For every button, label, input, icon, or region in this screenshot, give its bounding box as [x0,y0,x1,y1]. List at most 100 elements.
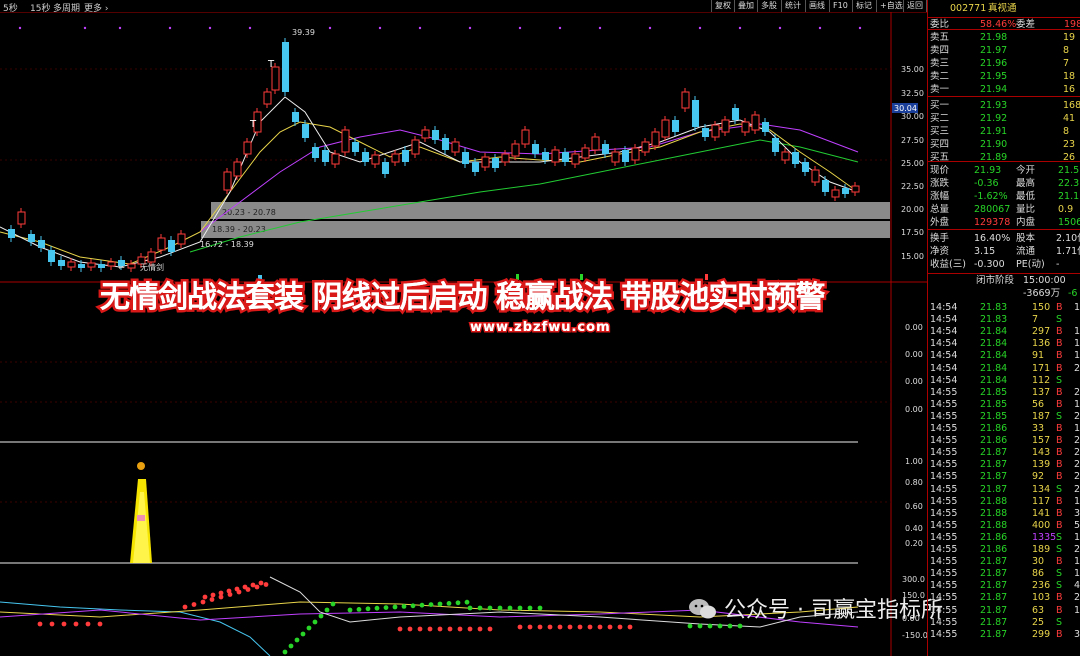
svg-text:25.00: 25.00 [901,159,924,168]
draw-button[interactable]: 画线 [805,0,828,12]
quote-panel: 002771 真视通 委比 58.46% 委差 198 卖五 21.98 19 卖四 2… [927,0,1080,656]
svg-text:0.00: 0.00 [905,377,923,386]
fundamental-row: 收益(三) -0.300 PE(动) - [930,259,1060,270]
bid-row: 买一 21.93 168 [930,100,1080,111]
support-zone-lower [201,221,890,238]
ask-row: 卖五 21.98 19 [930,32,1076,43]
svg-text:20.00: 20.00 [901,205,924,214]
t-mark: T [249,119,257,130]
bid-row: 买四 21.90 23 [930,139,1076,150]
svg-text:-150.0: -150.0 [902,631,927,640]
ask-row: 卖一 21.94 16 [930,84,1076,95]
arrow-icon: ← [118,263,125,272]
tick-row: 14:55 21.86 189 S 2 [930,544,1080,555]
svg-text:0.80: 0.80 [905,478,923,487]
tick-row: 14:55 21.87 134 S 2 [930,483,1080,495]
ma-yellow-line [0,121,859,265]
tick-row: 14:54 21.84 91 B 1 [930,350,1080,362]
svg-text:35.00: 35.00 [901,65,924,74]
tick-row: 14:54 21.84 297 B 1 [930,326,1080,338]
svg-text:0.20: 0.20 [905,539,923,548]
low-range-label: 16.72 - 18.39 [200,240,254,249]
tick-row: 14:54 21.84 136 B 1 [930,338,1080,350]
signal-marker-label: 无情剑 [140,262,164,272]
ask-row: 卖二 21.95 18 [930,71,1076,82]
svg-text:32.50: 32.50 [901,89,924,98]
ratio-row: 委比 58.46% 委差 198 [928,17,1080,30]
svg-text:1.00: 1.00 [905,457,923,466]
quote-row: 外盘129378内盘15068 [930,217,1080,228]
stats-button[interactable]: 统计 [781,0,804,12]
multi-stock-button[interactable]: 多股 [757,0,780,12]
ask-row: 卖四 21.97 8 [930,45,1070,56]
tick-row: 14:55 21.85 137 B 2 [930,386,1080,398]
tick-row: 14:55 21.87 143 B 2 [930,447,1080,459]
tick-row: 14:54 21.83 150 B 1 [930,302,1080,313]
price-axis: 35.00 32.50 30.00 27.50 25.00 22.50 20.0… [901,65,924,261]
fundamental-row: 净资3.15流通1.71亿 [930,246,1080,257]
add-watchlist-button[interactable]: +自选 [876,0,906,12]
tick-row: 14:54 21.84 112 S [930,374,1063,386]
session-row: 闭市阶段 15:00:00 [928,273,1080,286]
flow-row: -3669万 -6 [1023,288,1078,299]
bid-row: 买三 21.91 8 [930,126,1070,137]
svg-text:0.60: 0.60 [905,502,923,511]
promo-url: www.zbzfwu.com [470,320,611,335]
quote-row: 涨跌 -0.36 最高 22.3 [930,178,1080,189]
signal-spike [130,462,152,563]
high-price-label: 39.39 [292,28,315,37]
tick-row: 14:55 21.88 117 B 1 [930,495,1080,507]
tick-row: 14:5521.861335S13 [930,531,1080,543]
tick-row: 14:55 21.87 139 B 2 [930,459,1080,471]
bid-row: 买二 21.92 41 [930,113,1076,124]
tick-row: 14:55 21.87 103 B 2 [930,592,1080,604]
tick-row: 14:55 21.88 400 B 5 [930,519,1080,531]
fuquan-button[interactable]: 复权 [711,0,734,12]
mark-button[interactable]: 标记 [852,0,875,12]
svg-text:17.50: 17.50 [901,228,924,237]
svg-text:30.00: 30.00 [901,112,924,121]
top-toolbar: 5秒 15秒 多周期 更多 › 复权 叠加 多股 统计 画线 F10 标记 +自… [0,0,927,14]
indicator1-axis: 0.00 0.00 0.00 0.00 [905,323,923,414]
quote-row: 总量 280067 量比 0.9 [930,204,1074,215]
tick-row: 14:55 21.87 63 B 1 [930,604,1080,616]
back-button[interactable]: 返回 [903,0,927,12]
tick-row: 14:54 21.84 171 B 2 [930,362,1080,374]
tick-row: 14:55 21.87 299 B 3 [930,628,1080,640]
f10-button[interactable]: F10 [829,0,851,12]
wechat-icon [688,597,718,621]
support-zone-upper [211,202,890,219]
ask-row: 卖三 21.96 7 [930,58,1070,69]
tick-row: 14:55 21.87 92 B 2 [930,471,1080,483]
promo-banner: 无情剑战法套装 阴线过后启动 稳赢战法 带股池实时预警 [100,280,825,315]
bid-row: 买五 21.89 26 [930,152,1076,163]
svg-text:22.50: 22.50 [901,182,924,191]
tick-row: 14:55 21.87 25 S [930,616,1063,628]
quote-row: 现价 21.93 今开 21.5 [930,165,1080,176]
tick-row: 14:55 21.86 157 B 2 [930,435,1080,447]
svg-text:0.40: 0.40 [905,524,923,533]
tick-row: 14:55 21.87 86 S 1 [930,568,1080,580]
svg-text:0.00: 0.00 [905,350,923,359]
svg-text:0.00: 0.00 [905,323,923,332]
tick-row: 14:55 21.85 56 B 1 [930,398,1080,410]
fundamental-row: 换手16.40%股本2.10亿 [930,233,1080,244]
t-mark: T [267,59,275,70]
tick-row: 14:54 21.83 7 S [930,314,1063,326]
quote-row: 涨幅 -1.62% 最低 21.1 [930,191,1080,202]
svg-text:300.0: 300.0 [902,575,925,584]
tick-row: 14:55 21.88 141 B 3 [930,507,1080,519]
indicator2-axis: 1.00 0.80 0.60 0.40 0.20 [905,457,923,548]
tick-row: 14:55 21.86 33 B 1 [930,423,1080,434]
svg-text:27.50: 27.50 [901,136,924,145]
watermark: 公众号 · 司赢宝指标所 [688,592,943,624]
tick-row: 14:55 21.85 187 S 2 [930,410,1080,422]
svg-text:15.00: 15.00 [901,252,924,261]
signal-dots-row [18,26,862,30]
current-price-tag-text: 30.04 [894,104,917,113]
trading-screen: 5秒 15秒 多周期 更多 › 复权 叠加 多股 统计 画线 F10 标记 +自… [0,0,1080,656]
watermark-text: 公众号 · 司赢宝指标所 [724,598,943,623]
chart-area[interactable]: 20.23 - 20.78 18.39 - 20.23 39.39 T T 16… [0,12,927,656]
overlay-button[interactable]: 叠加 [734,0,757,12]
tick-row: 14:55 21.87 236 S 4 [930,580,1080,592]
